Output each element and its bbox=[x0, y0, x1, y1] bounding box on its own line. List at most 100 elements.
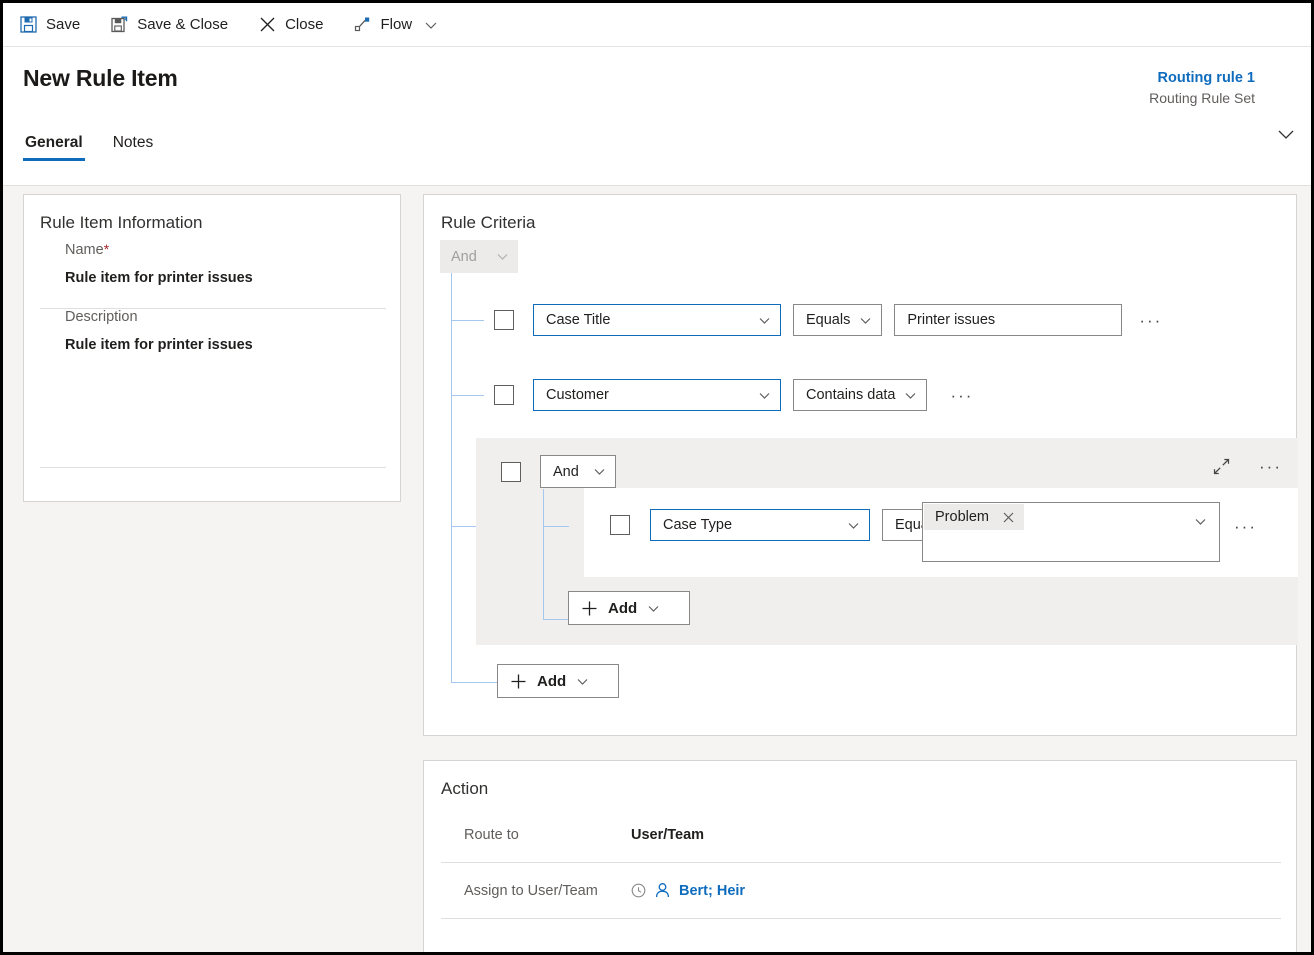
record-context: Routing rule 1 Routing Rule Set bbox=[1149, 69, 1255, 107]
assign-to-lookup-value: Bert; Heir bbox=[679, 882, 746, 899]
group-branch-row1 bbox=[543, 526, 569, 527]
close-x-icon[interactable] bbox=[1003, 512, 1014, 523]
save-and-close-icon bbox=[110, 16, 128, 34]
assign-to-lookup[interactable]: Bert; Heir bbox=[631, 882, 745, 899]
chevron-down-icon bbox=[847, 519, 860, 532]
value-tag: Problem bbox=[924, 504, 1024, 530]
form-body: Rule Item Information Name* Rule item fo… bbox=[3, 186, 1311, 952]
form-tabs: General Notes bbox=[23, 134, 181, 161]
record-context-chevron-down-icon[interactable] bbox=[1275, 123, 1297, 145]
value-input-text: Printer issues bbox=[907, 312, 996, 328]
group-operator-select[interactable]: And bbox=[540, 455, 616, 488]
row-more-options-button[interactable]: ··· bbox=[1234, 518, 1257, 535]
plus-icon bbox=[510, 673, 527, 690]
criteria-group: And ··· Case Type Equals Problem ··· Add bbox=[476, 438, 1298, 645]
field-description: Description Rule item for printer issues bbox=[40, 309, 386, 468]
criteria-row-checkbox[interactable] bbox=[494, 310, 514, 330]
group-trunk-line bbox=[543, 489, 544, 620]
chevron-down-icon bbox=[593, 465, 606, 478]
tree-branch-row1 bbox=[451, 320, 484, 321]
criteria-group-checkbox[interactable] bbox=[501, 461, 521, 482]
tree-trunk-line bbox=[451, 273, 452, 683]
criteria-row: Customer Contains data ··· bbox=[494, 379, 973, 411]
close-x-icon bbox=[258, 16, 276, 34]
tree-branch-add bbox=[451, 682, 498, 683]
criteria-group-more-options-button[interactable]: ··· bbox=[1259, 458, 1282, 475]
chevron-down-icon[interactable] bbox=[424, 18, 438, 32]
field-name-label: Name* bbox=[65, 241, 110, 258]
operator-select-value: Equals bbox=[806, 312, 851, 328]
field-description-label: Description bbox=[65, 309, 138, 325]
user-icon bbox=[654, 882, 671, 899]
plus-icon bbox=[581, 600, 598, 617]
criteria-row-checkbox[interactable] bbox=[494, 385, 514, 405]
attribute-select[interactable]: Case Type bbox=[650, 509, 870, 541]
field-name: Name* Rule item for printer issues bbox=[40, 241, 386, 309]
chevron-down-icon bbox=[647, 602, 660, 615]
attribute-select-value: Case Title bbox=[546, 312, 611, 328]
close-button[interactable]: Close bbox=[256, 8, 333, 42]
operator-select[interactable]: Contains data bbox=[793, 379, 928, 411]
root-operator-select[interactable]: And bbox=[440, 240, 518, 273]
root-operator-label: And bbox=[451, 248, 477, 265]
flow-icon bbox=[353, 16, 371, 34]
rule-item-information-card: Rule Item Information Name* Rule item fo… bbox=[23, 194, 401, 502]
group-add-button-label: Add bbox=[608, 599, 638, 617]
recent-clock-icon bbox=[631, 883, 646, 898]
rule-criteria-title: Rule Criteria bbox=[441, 213, 536, 232]
record-context-subtitle: Routing Rule Set bbox=[1149, 89, 1255, 106]
attribute-select-value: Case Type bbox=[663, 517, 733, 533]
action-row-route-to-label: Route to bbox=[464, 826, 519, 843]
required-marker: * bbox=[103, 241, 110, 257]
value-input[interactable]: Printer issues bbox=[894, 304, 1123, 336]
chevron-down-icon bbox=[859, 314, 872, 327]
attribute-select[interactable]: Customer bbox=[533, 379, 781, 411]
chevron-down-icon bbox=[758, 389, 771, 402]
group-branch-add bbox=[543, 619, 569, 620]
action-row-assign-to: Assign to User/Team Bert; Heir bbox=[441, 863, 1281, 919]
criteria-group-condition-card: Case Type Equals Problem ··· bbox=[584, 488, 1298, 577]
value-tag-label: Problem bbox=[935, 509, 989, 525]
chevron-down-icon bbox=[904, 389, 917, 402]
root-add-button-label: Add bbox=[537, 672, 567, 690]
command-bar: Save Save & Close Close Flow bbox=[3, 3, 1311, 47]
collapse-diagonal-icon[interactable] bbox=[1212, 457, 1231, 476]
field-description-value[interactable]: Rule item for printer issues bbox=[40, 337, 386, 353]
record-context-name[interactable]: Routing rule 1 bbox=[1149, 69, 1255, 89]
criteria-row: Case Type Equals bbox=[610, 509, 972, 541]
save-icon bbox=[19, 16, 37, 34]
row-more-options-button[interactable]: ··· bbox=[1139, 312, 1162, 329]
chevron-down-icon bbox=[758, 314, 771, 327]
criteria-group-header: And bbox=[501, 455, 616, 488]
row-more-options-button[interactable]: ··· bbox=[950, 387, 973, 404]
attribute-select[interactable]: Case Title bbox=[533, 304, 781, 336]
criteria-group-tools: ··· bbox=[1212, 457, 1282, 476]
tab-notes-label: Notes bbox=[112, 134, 154, 151]
tab-notes[interactable]: Notes bbox=[111, 134, 156, 161]
chevron-down-icon[interactable] bbox=[1194, 515, 1207, 528]
rule-item-information-title: Rule Item Information bbox=[40, 213, 203, 232]
save-button[interactable]: Save bbox=[17, 8, 90, 42]
group-add-button[interactable]: Add bbox=[568, 591, 690, 625]
save-and-close-button[interactable]: Save & Close bbox=[108, 8, 238, 42]
save-button-label: Save bbox=[46, 16, 81, 33]
close-button-label: Close bbox=[285, 16, 324, 33]
field-name-value[interactable]: Rule item for printer issues bbox=[40, 270, 386, 286]
action-card: Action Route to User/Team Assign to User… bbox=[423, 760, 1297, 952]
app-window: Save Save & Close Close Flow New Rule It… bbox=[0, 0, 1314, 955]
action-row-route-to-value[interactable]: User/Team bbox=[631, 827, 704, 843]
flow-button[interactable]: Flow bbox=[351, 8, 448, 42]
tree-branch-row2 bbox=[451, 395, 484, 396]
operator-select[interactable]: Equals bbox=[793, 304, 883, 336]
criteria-row: Case Title Equals Printer issues ··· bbox=[494, 304, 1162, 336]
attribute-select-value: Customer bbox=[546, 387, 609, 403]
tab-general[interactable]: General bbox=[23, 134, 85, 161]
value-tag-picker[interactable]: Problem bbox=[922, 502, 1220, 562]
action-title: Action bbox=[441, 779, 489, 798]
tab-general-label: General bbox=[25, 134, 83, 151]
criteria-row-checkbox[interactable] bbox=[610, 515, 630, 535]
flow-button-label: Flow bbox=[380, 16, 413, 33]
root-add-button[interactable]: Add bbox=[497, 664, 619, 698]
action-row-assign-to-label: Assign to User/Team bbox=[464, 882, 598, 899]
page-header: New Rule Item Routing rule 1 Routing Rul… bbox=[3, 47, 1311, 186]
